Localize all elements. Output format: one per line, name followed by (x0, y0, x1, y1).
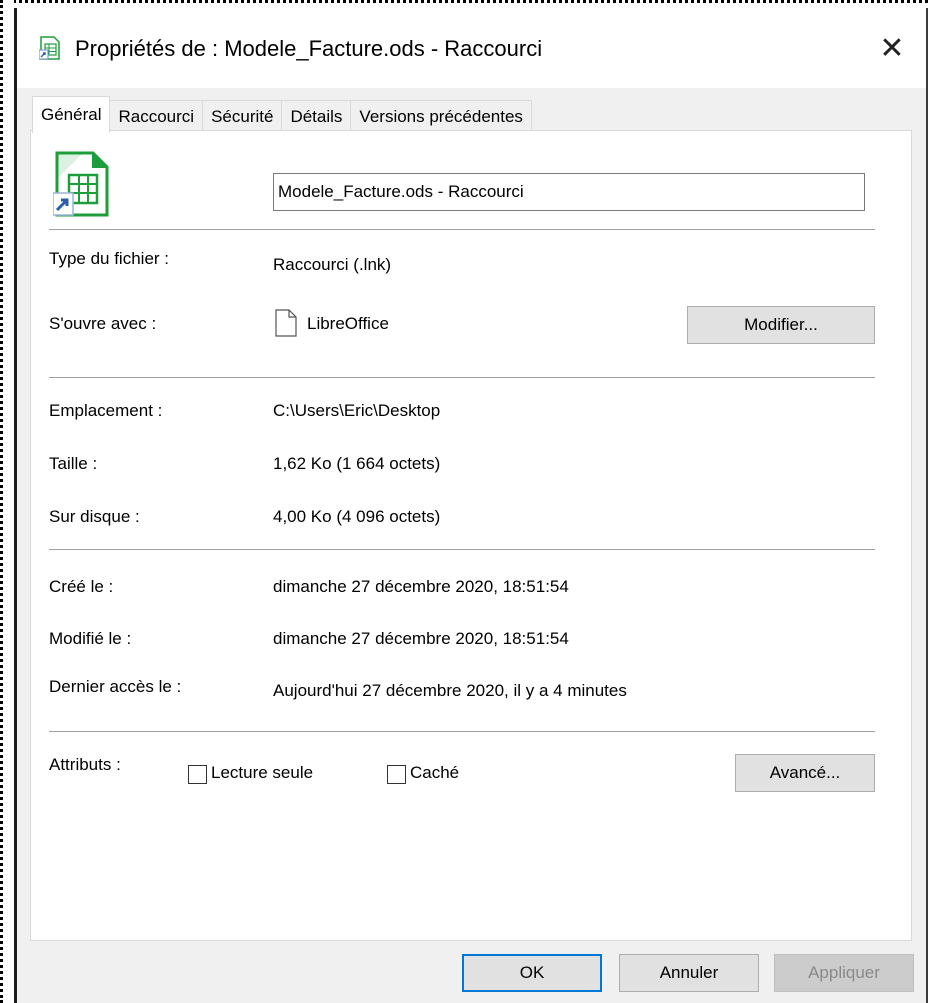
tab-security[interactable]: Sécurité (202, 100, 283, 133)
file-name-field[interactable] (273, 173, 865, 211)
calc-shortcut-icon (39, 36, 60, 60)
file-type-value: Raccourci (.lnk) (273, 255, 392, 274)
modified-value: dimanche 27 décembre 2020, 18:51:54 (273, 629, 569, 648)
selection-border-left (0, 0, 14, 1003)
tab-shortcut[interactable]: Raccourci (109, 100, 204, 133)
tab-details[interactable]: Détails (281, 100, 352, 133)
title-bar[interactable]: Propriétés de : Modele_Facture.ods - Rac… (17, 8, 926, 88)
window-title: Propriétés de : Modele_Facture.ods - Rac… (75, 36, 543, 61)
last-access-label: Dernier accès le : (49, 677, 182, 696)
tab-general[interactable]: Général (32, 96, 111, 133)
tab-previous-versions[interactable]: Versions précédentes (350, 100, 532, 133)
size-value: 1,62 Ko (1 664 octets) (273, 454, 441, 473)
general-panel: Type du fichier : Raccourci (.lnk) S'ouv… (30, 130, 912, 774)
close-icon: ✕ (879, 31, 905, 65)
calc-file-icon (53, 151, 109, 217)
close-button[interactable]: ✕ (872, 28, 912, 68)
size-label: Taille : (49, 454, 98, 473)
location-label: Emplacement : (49, 401, 163, 420)
general-panel-lower: Lecture seule Caché Avancé... (30, 754, 912, 941)
separator (49, 731, 875, 732)
separator (49, 377, 875, 378)
ok-button[interactable]: OK (462, 954, 602, 992)
tab-strip: Général Raccourci Sécurité Détails Versi… (32, 96, 532, 133)
cancel-button[interactable]: Annuler (619, 954, 759, 992)
file-type-label: Type du fichier : (49, 249, 170, 268)
dialog-body: Général Raccourci Sécurité Détails Versi… (17, 88, 926, 1003)
location-value: C:\Users\Eric\Desktop (273, 401, 441, 420)
opens-with-value: LibreOffice (307, 314, 389, 333)
advanced-button[interactable]: Avancé... (735, 754, 875, 792)
created-label: Créé le : (49, 577, 114, 596)
modify-button[interactable]: Modifier... (687, 306, 875, 344)
separator (49, 229, 875, 230)
hidden-label[interactable]: Caché (410, 763, 459, 783)
selection-border-top (0, 0, 928, 8)
opens-with-label: S'ouvre avec : (49, 314, 157, 333)
readonly-label[interactable]: Lecture seule (211, 763, 313, 783)
modified-label: Modifié le : (49, 629, 132, 648)
properties-dialog: Propriétés de : Modele_Facture.ods - Rac… (0, 0, 928, 1003)
blank-document-icon (275, 309, 297, 337)
disk-size-value: 4,00 Ko (4 096 octets) (273, 507, 441, 526)
last-access-value: Aujourd'hui 27 décembre 2020, il y a 4 m… (273, 681, 627, 700)
created-value: dimanche 27 décembre 2020, 18:51:54 (273, 577, 569, 596)
readonly-checkbox[interactable] (188, 765, 207, 784)
apply-button[interactable]: Appliquer (774, 954, 914, 992)
disk-size-label: Sur disque : (49, 507, 140, 526)
separator (49, 549, 875, 550)
hidden-checkbox[interactable] (387, 765, 406, 784)
